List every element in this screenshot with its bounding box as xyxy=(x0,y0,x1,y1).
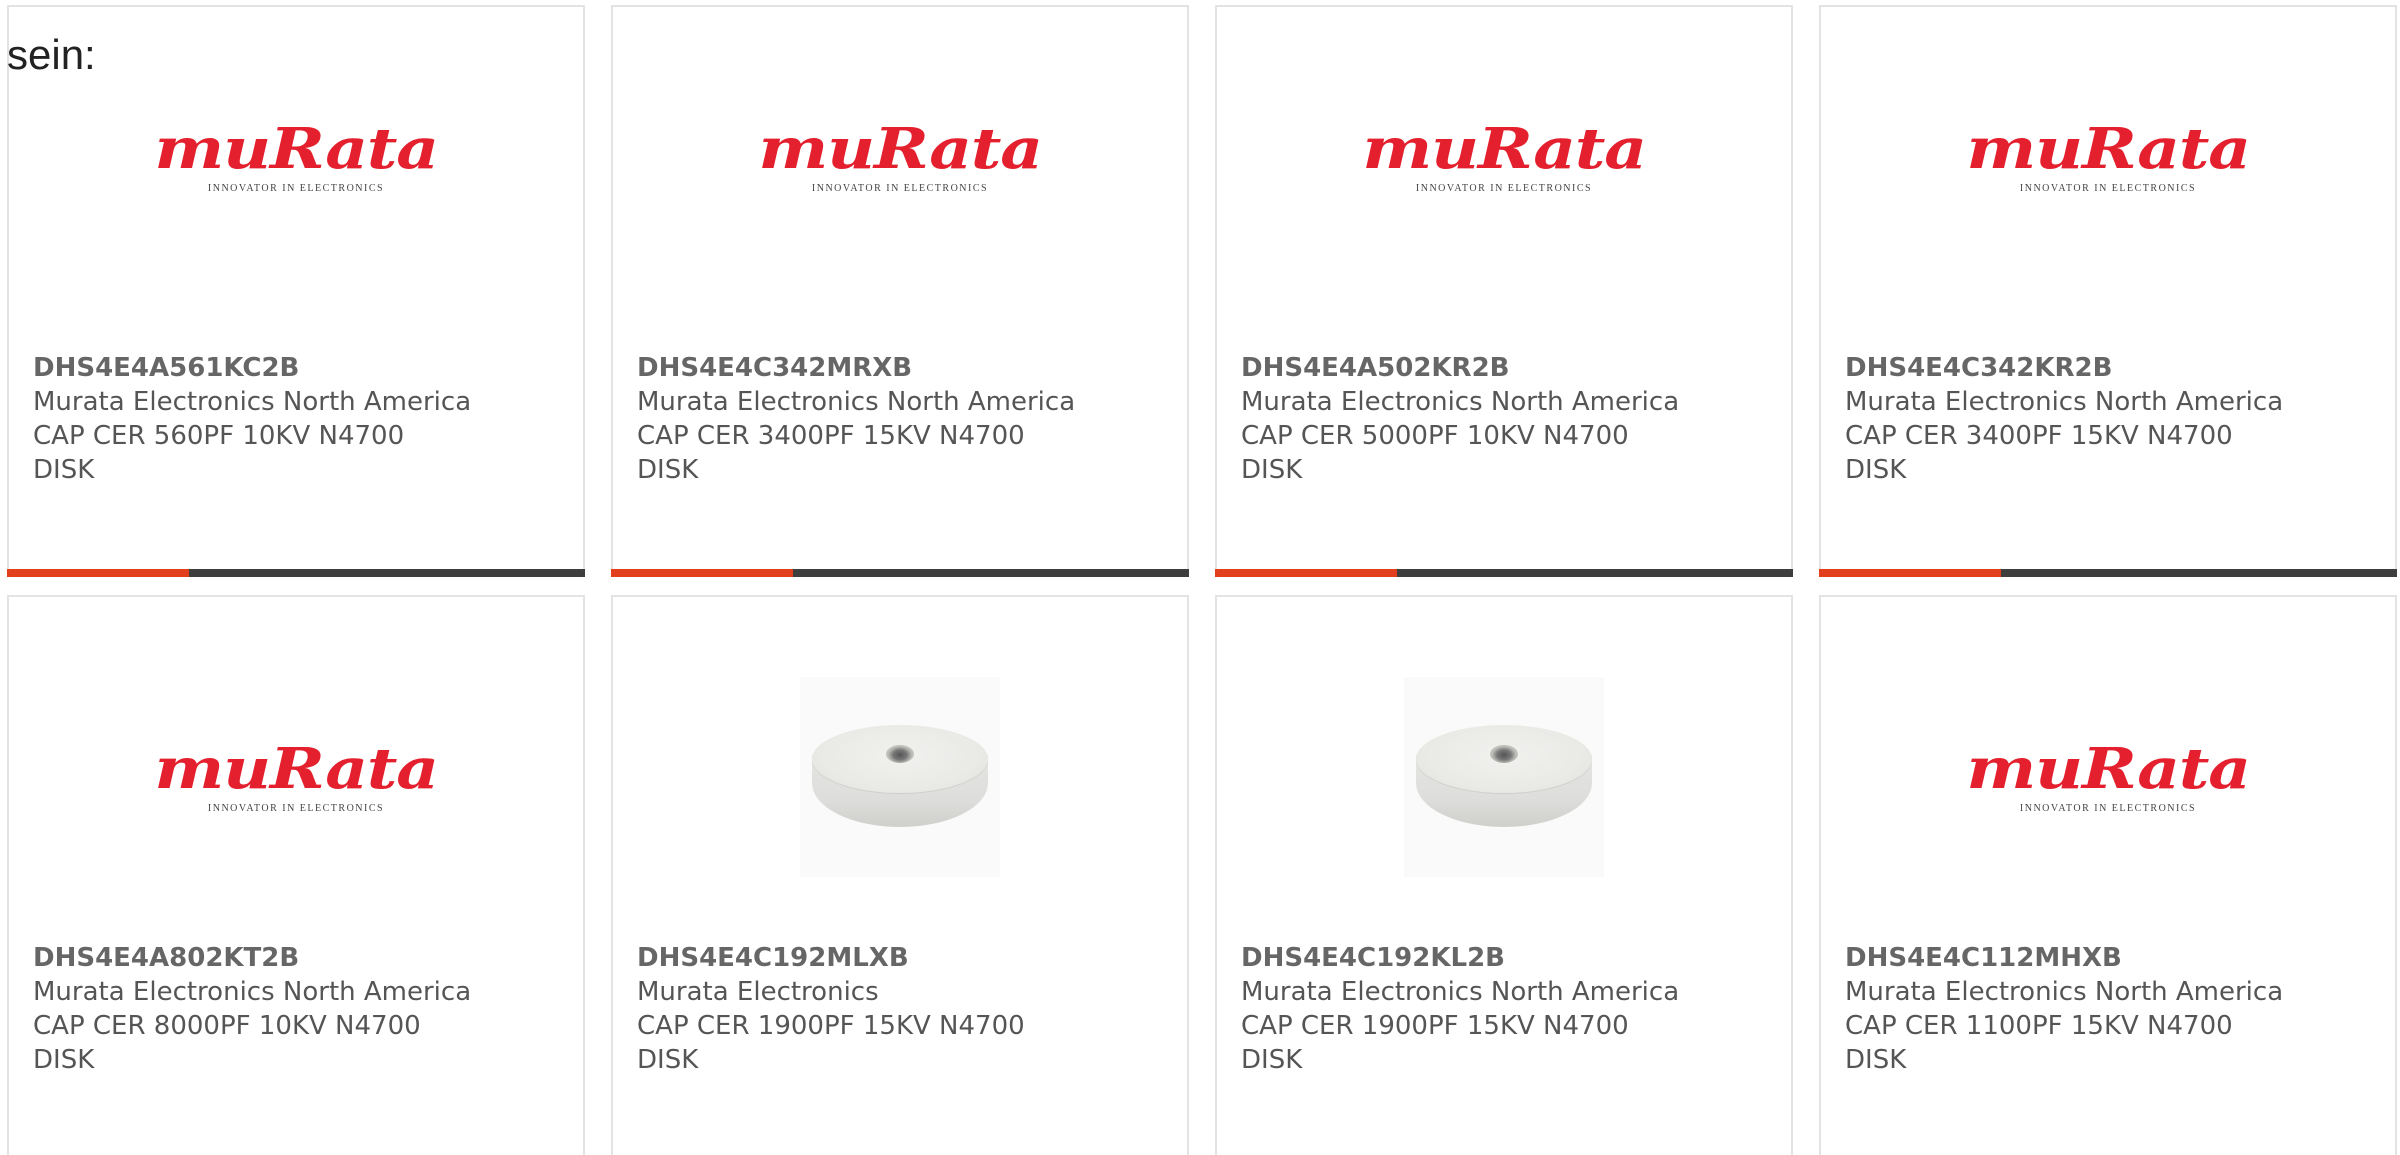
product-image: muRata INNOVATOR IN ELECTRONICS xyxy=(613,47,1187,267)
manufacturer: Murata Electronics North America xyxy=(33,977,472,1007)
manufacturer: Murata Electronics North America xyxy=(33,387,472,417)
murata-logo: muRata INNOVATOR IN ELECTRONICS xyxy=(1362,115,1647,194)
manufacturer: Murata Electronics North America xyxy=(1241,977,1680,1007)
product-card[interactable]: muRata INNOVATOR IN ELECTRONICS DHS4E4C1… xyxy=(1819,595,2397,1155)
product-image xyxy=(1217,667,1791,887)
card-bottom-bar xyxy=(1215,569,1793,577)
disk-capacitor-photo xyxy=(1404,677,1604,877)
description: CAP CER 560PF 10KV N4700 DISK xyxy=(33,421,405,485)
product-image: muRata INNOVATOR IN ELECTRONICS xyxy=(1821,667,2395,887)
part-number[interactable]: DHS4E4A561KC2B xyxy=(33,351,559,385)
murata-logo: muRata INNOVATOR IN ELECTRONICS xyxy=(1966,115,2251,194)
card-bottom-bar xyxy=(611,569,1189,577)
product-image xyxy=(613,667,1187,887)
description: CAP CER 1100PF 15KV N4700 DISK xyxy=(1845,1011,2233,1075)
product-card[interactable]: DHS4E4C192KL2B Murata Electronics North … xyxy=(1215,595,1793,1155)
product-image: muRata INNOVATOR IN ELECTRONICS xyxy=(1217,47,1791,267)
card-bottom-bar xyxy=(1819,569,2397,577)
product-grid: muRata INNOVATOR IN ELECTRONICS DHS4E4A5… xyxy=(0,0,2400,1155)
product-card[interactable]: muRata INNOVATOR IN ELECTRONICS DHS4E4A5… xyxy=(7,5,585,577)
part-number[interactable]: DHS4E4A802KT2B xyxy=(33,941,559,975)
murata-logo: muRata INNOVATOR IN ELECTRONICS xyxy=(154,735,439,814)
manufacturer: Murata Electronics North America xyxy=(1241,387,1680,417)
part-number[interactable]: DHS4E4A502KR2B xyxy=(1241,351,1767,385)
description: CAP CER 1900PF 15KV N4700 DISK xyxy=(1241,1011,1629,1075)
murata-logo: muRata INNOVATOR IN ELECTRONICS xyxy=(1966,735,2251,814)
murata-logo: muRata INNOVATOR IN ELECTRONICS xyxy=(758,115,1043,194)
murata-logo: muRata INNOVATOR IN ELECTRONICS xyxy=(154,115,439,194)
disk-capacitor-photo xyxy=(800,677,1000,877)
part-number[interactable]: DHS4E4C192KL2B xyxy=(1241,941,1767,975)
product-card[interactable]: muRata INNOVATOR IN ELECTRONICS DHS4E4C3… xyxy=(611,5,1189,577)
description: CAP CER 3400PF 15KV N4700 DISK xyxy=(1845,421,2233,485)
description: CAP CER 1900PF 15KV N4700 DISK xyxy=(637,1011,1025,1075)
description: CAP CER 3400PF 15KV N4700 DISK xyxy=(637,421,1025,485)
product-image: muRata INNOVATOR IN ELECTRONICS xyxy=(9,47,583,267)
product-card[interactable]: DHS4E4C192MLXB Murata Electronics CAP CE… xyxy=(611,595,1189,1155)
manufacturer: Murata Electronics North America xyxy=(1845,977,2284,1007)
manufacturer: Murata Electronics xyxy=(637,977,879,1007)
part-number[interactable]: DHS4E4C192MLXB xyxy=(637,941,1163,975)
intro-text: sein: xyxy=(7,31,96,78)
product-card[interactable]: muRata INNOVATOR IN ELECTRONICS DHS4E4A8… xyxy=(7,595,585,1155)
product-card[interactable]: muRata INNOVATOR IN ELECTRONICS DHS4E4C3… xyxy=(1819,5,2397,577)
manufacturer: Murata Electronics North America xyxy=(1845,387,2284,417)
card-bottom-bar xyxy=(7,569,585,577)
part-number[interactable]: DHS4E4C342KR2B xyxy=(1845,351,2371,385)
description: CAP CER 5000PF 10KV N4700 DISK xyxy=(1241,421,1629,485)
product-image: muRata INNOVATOR IN ELECTRONICS xyxy=(1821,47,2395,267)
product-card[interactable]: muRata INNOVATOR IN ELECTRONICS DHS4E4A5… xyxy=(1215,5,1793,577)
description: CAP CER 8000PF 10KV N4700 DISK xyxy=(33,1011,421,1075)
product-image: muRata INNOVATOR IN ELECTRONICS xyxy=(9,667,583,887)
manufacturer: Murata Electronics North America xyxy=(637,387,1076,417)
part-number[interactable]: DHS4E4C342MRXB xyxy=(637,351,1163,385)
part-number[interactable]: DHS4E4C112MHXB xyxy=(1845,941,2371,975)
